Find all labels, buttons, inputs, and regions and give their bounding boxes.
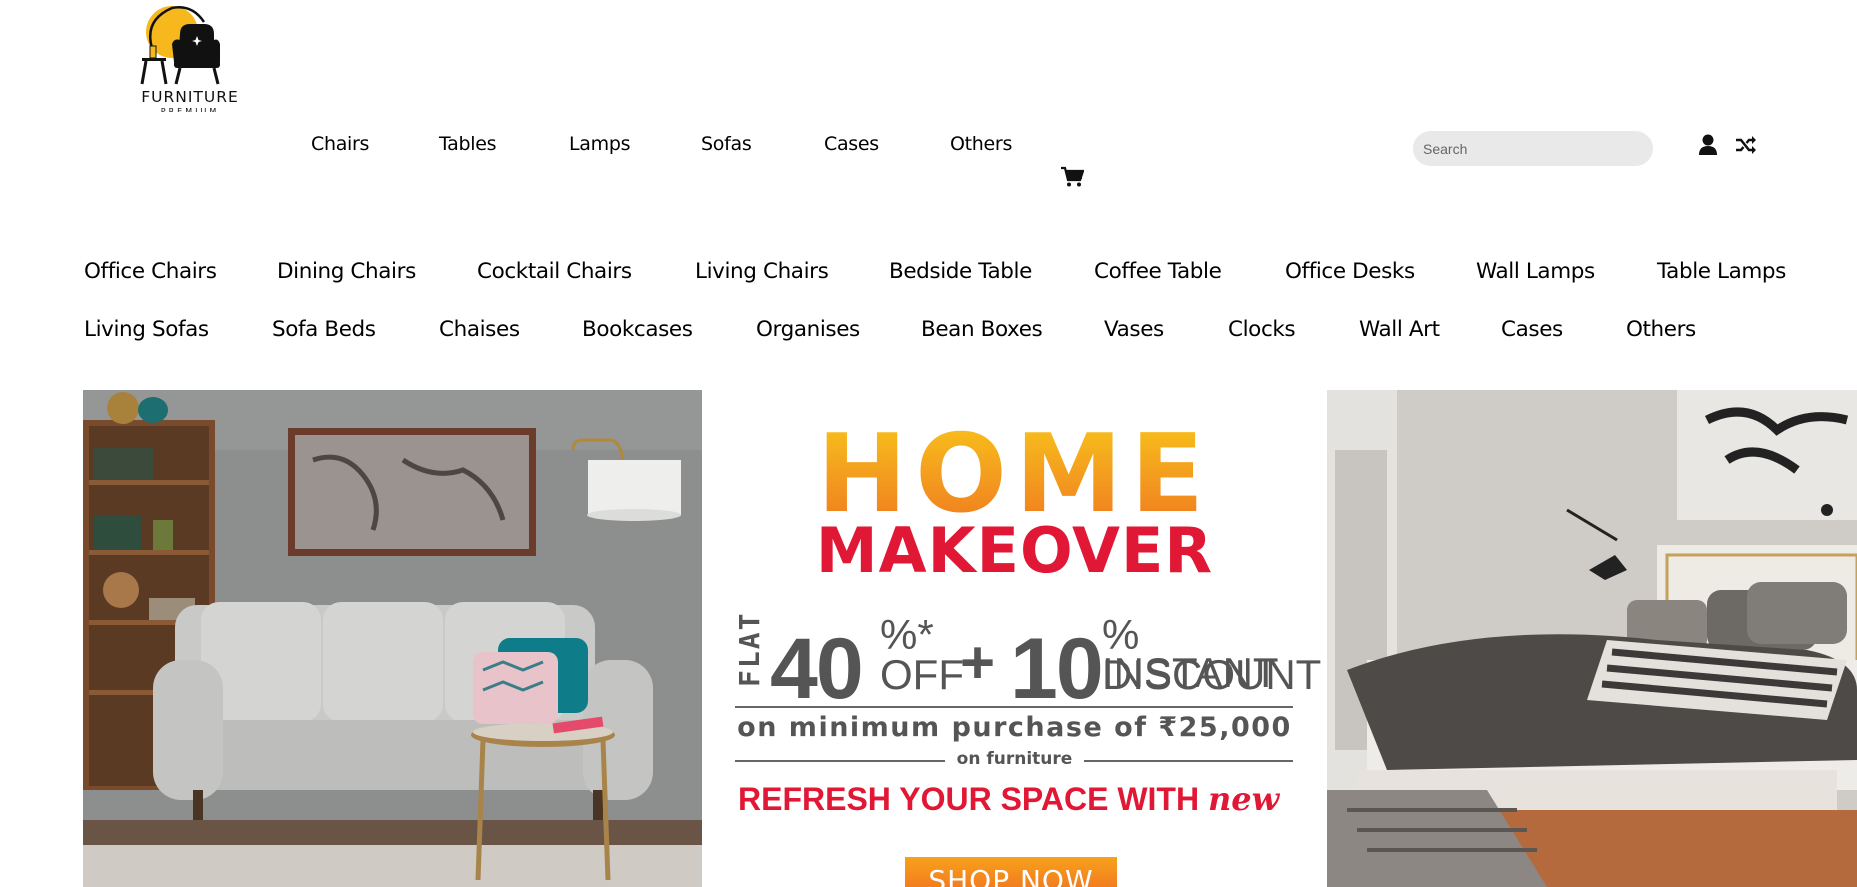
promo-refresh-text: REFRESH YOUR SPACE WITH new <box>738 780 1279 818</box>
category-organises[interactable]: Organises <box>756 317 860 342</box>
category-cocktail-chairs[interactable]: Cocktail Chairs <box>477 259 632 284</box>
category-sofa-beds[interactable]: Sofa Beds <box>272 317 376 342</box>
category-vases[interactable]: Vases <box>1104 317 1164 342</box>
promo-instant-value: 10 <box>1010 621 1104 717</box>
category-chaises[interactable]: Chaises <box>439 317 520 342</box>
promo-refresh-new: new <box>1207 780 1280 818</box>
promo-subheadline: MAKEOVER <box>815 514 1214 587</box>
category-office-chairs[interactable]: Office Chairs <box>84 259 217 284</box>
living-room-image[interactable] <box>83 390 702 887</box>
bedroom-image[interactable] <box>1327 390 1857 887</box>
promo-off-label: OFF <box>880 651 964 698</box>
promo-discount-label: DISCOUNT <box>1102 651 1322 698</box>
cart-icon[interactable] <box>1060 166 1085 188</box>
promo-minimum-text: on minimum purchase of ₹25,000 <box>737 712 1292 743</box>
category-coffee-table[interactable]: Coffee Table <box>1094 259 1222 284</box>
category-living-sofas[interactable]: Living Sofas <box>84 317 209 342</box>
user-icon[interactable] <box>1698 134 1718 156</box>
logo-graphic <box>140 6 220 85</box>
promo-percent-symbol: %* <box>880 611 934 658</box>
category-wall-lamps[interactable]: Wall Lamps <box>1476 259 1595 284</box>
promo-plus: + <box>960 629 996 696</box>
category-office-desks[interactable]: Office Desks <box>1285 259 1415 284</box>
promo-refresh-label: REFRESH YOUR SPACE WITH <box>738 781 1200 817</box>
promo-on-furniture: on furniture <box>956 749 1073 769</box>
category-table-lamps[interactable]: Table Lamps <box>1657 259 1786 284</box>
category-bookcases[interactable]: Bookcases <box>582 317 693 342</box>
nav-cases[interactable]: Cases <box>824 133 879 155</box>
category-bean-boxes[interactable]: Bean Boxes <box>921 317 1043 342</box>
promo-discount-value: 40 <box>770 621 864 717</box>
nav-others[interactable]: Others <box>950 133 1012 155</box>
promo-flat-label: FLAT <box>733 611 766 687</box>
category-wall-art[interactable]: Wall Art <box>1359 317 1440 342</box>
nav-sofas[interactable]: Sofas <box>701 133 752 155</box>
category-living-chairs[interactable]: Living Chairs <box>695 259 829 284</box>
promo-banner: HOME MAKEOVER FLAT 40 %* OFF + 10 % INST… <box>702 390 1327 887</box>
nav-chairs[interactable]: Chairs <box>311 133 369 155</box>
shop-now-button[interactable]: SHOP NOW <box>905 857 1117 887</box>
category-bedside-table[interactable]: Bedside Table <box>889 259 1032 284</box>
logo-text: FURNITURE <box>141 88 239 106</box>
nav-lamps[interactable]: Lamps <box>569 133 631 155</box>
category-cases[interactable]: Cases <box>1501 317 1563 342</box>
category-others[interactable]: Others <box>1626 317 1696 342</box>
category-dining-chairs[interactable]: Dining Chairs <box>277 259 416 284</box>
site-logo[interactable]: FURNITURE PREMIUM <box>134 4 246 112</box>
logo-subtext: PREMIUM <box>160 107 220 112</box>
promo-divider-top <box>735 706 1293 708</box>
nav-tables[interactable]: Tables <box>439 133 497 155</box>
search-input[interactable] <box>1413 131 1653 166</box>
category-clocks[interactable]: Clocks <box>1228 317 1296 342</box>
shuffle-icon[interactable] <box>1735 135 1757 155</box>
